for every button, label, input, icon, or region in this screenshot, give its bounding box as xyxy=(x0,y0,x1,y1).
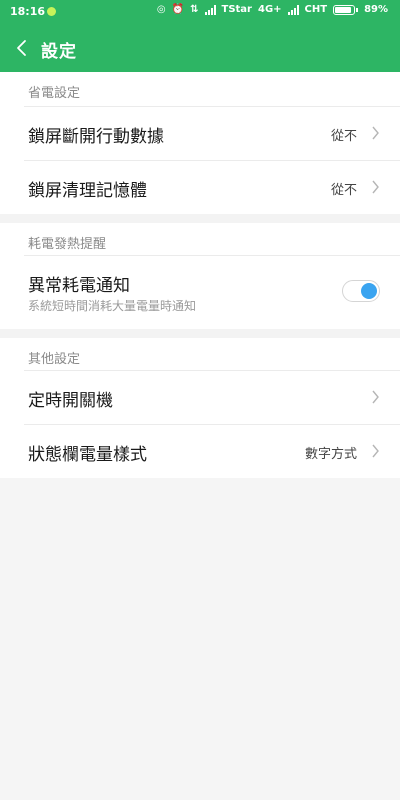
row-value: 從不 xyxy=(330,129,357,144)
chevron-right-icon xyxy=(372,390,379,404)
row-value: 數字方式 xyxy=(304,447,357,462)
page-title: 設定 xyxy=(41,42,77,62)
row-sublabel: 系統短時間消耗大量電量時通知 xyxy=(28,299,197,313)
status-time: 18:16 xyxy=(10,5,46,18)
chevron-right-icon xyxy=(372,126,379,140)
row-label: 鎖屏斷開行動數據 xyxy=(28,127,164,147)
row-label: 鎖屏清理記憶體 xyxy=(28,181,147,201)
row-value: 從不 xyxy=(330,183,357,198)
section-header-power-saving: 省電設定 xyxy=(0,72,400,106)
alarm-icon: ⏰ xyxy=(171,4,185,15)
abnormal-power-toggle[interactable] xyxy=(342,280,380,302)
back-arrow-icon[interactable] xyxy=(14,36,34,60)
chat-notification-icon xyxy=(47,7,56,16)
hotspot-icon: ◎ xyxy=(156,4,166,15)
row-label: 異常耗電通知 xyxy=(28,276,130,296)
section-title: 省電設定 xyxy=(28,86,81,101)
divider xyxy=(24,106,400,107)
carrier-1: TStar xyxy=(221,4,252,15)
row-scheduled-power[interactable]: 定時開關機 xyxy=(0,370,400,424)
carrier-2: CHT xyxy=(304,4,328,15)
divider xyxy=(24,255,400,256)
row-statusbar-battery-style[interactable]: 狀態欄電量樣式 數字方式 xyxy=(0,424,400,478)
data-transfer-icon: ⇅ xyxy=(190,4,199,15)
title-bar: 設定 xyxy=(0,24,400,72)
chevron-right-icon xyxy=(372,444,379,458)
network-type: 4G+ xyxy=(257,4,282,15)
battery-icon xyxy=(333,4,359,15)
status-right: ◎ ⏰ ⇅ TStar 4G+ CHT 89% xyxy=(157,4,388,15)
battery-percent: 89% xyxy=(364,4,388,15)
signal-icon-1 xyxy=(204,4,216,15)
status-bar: 18:16 ◎ ⏰ ⇅ TStar 4G+ CHT 89% xyxy=(0,0,400,24)
divider xyxy=(24,370,400,371)
section-gap xyxy=(0,214,400,223)
row-label: 定時開關機 xyxy=(28,391,113,411)
row-abnormal-power-notify: 異常耗電通知 系統短時間消耗大量電量時通知 xyxy=(0,255,400,329)
section-header-power-alert: 耗電發熱提醒 xyxy=(0,223,400,255)
row-label: 狀態欄電量樣式 xyxy=(28,445,147,465)
toggle-knob xyxy=(361,283,377,299)
section-gap xyxy=(0,329,400,338)
row-lock-clear-memory[interactable]: 鎖屏清理記憶體 從不 xyxy=(0,160,400,214)
app-header: 18:16 ◎ ⏰ ⇅ TStar 4G+ CHT 89% 設定 xyxy=(0,0,400,72)
section-title: 耗電發熱提醒 xyxy=(28,237,107,252)
row-lock-disconnect-data[interactable]: 鎖屏斷開行動數據 從不 xyxy=(0,106,400,160)
section-title: 其他設定 xyxy=(28,352,81,367)
chevron-right-icon xyxy=(372,180,379,194)
signal-icon-2 xyxy=(287,4,299,15)
section-header-other: 其他設定 xyxy=(0,338,400,370)
divider xyxy=(24,160,400,161)
divider xyxy=(24,424,400,425)
